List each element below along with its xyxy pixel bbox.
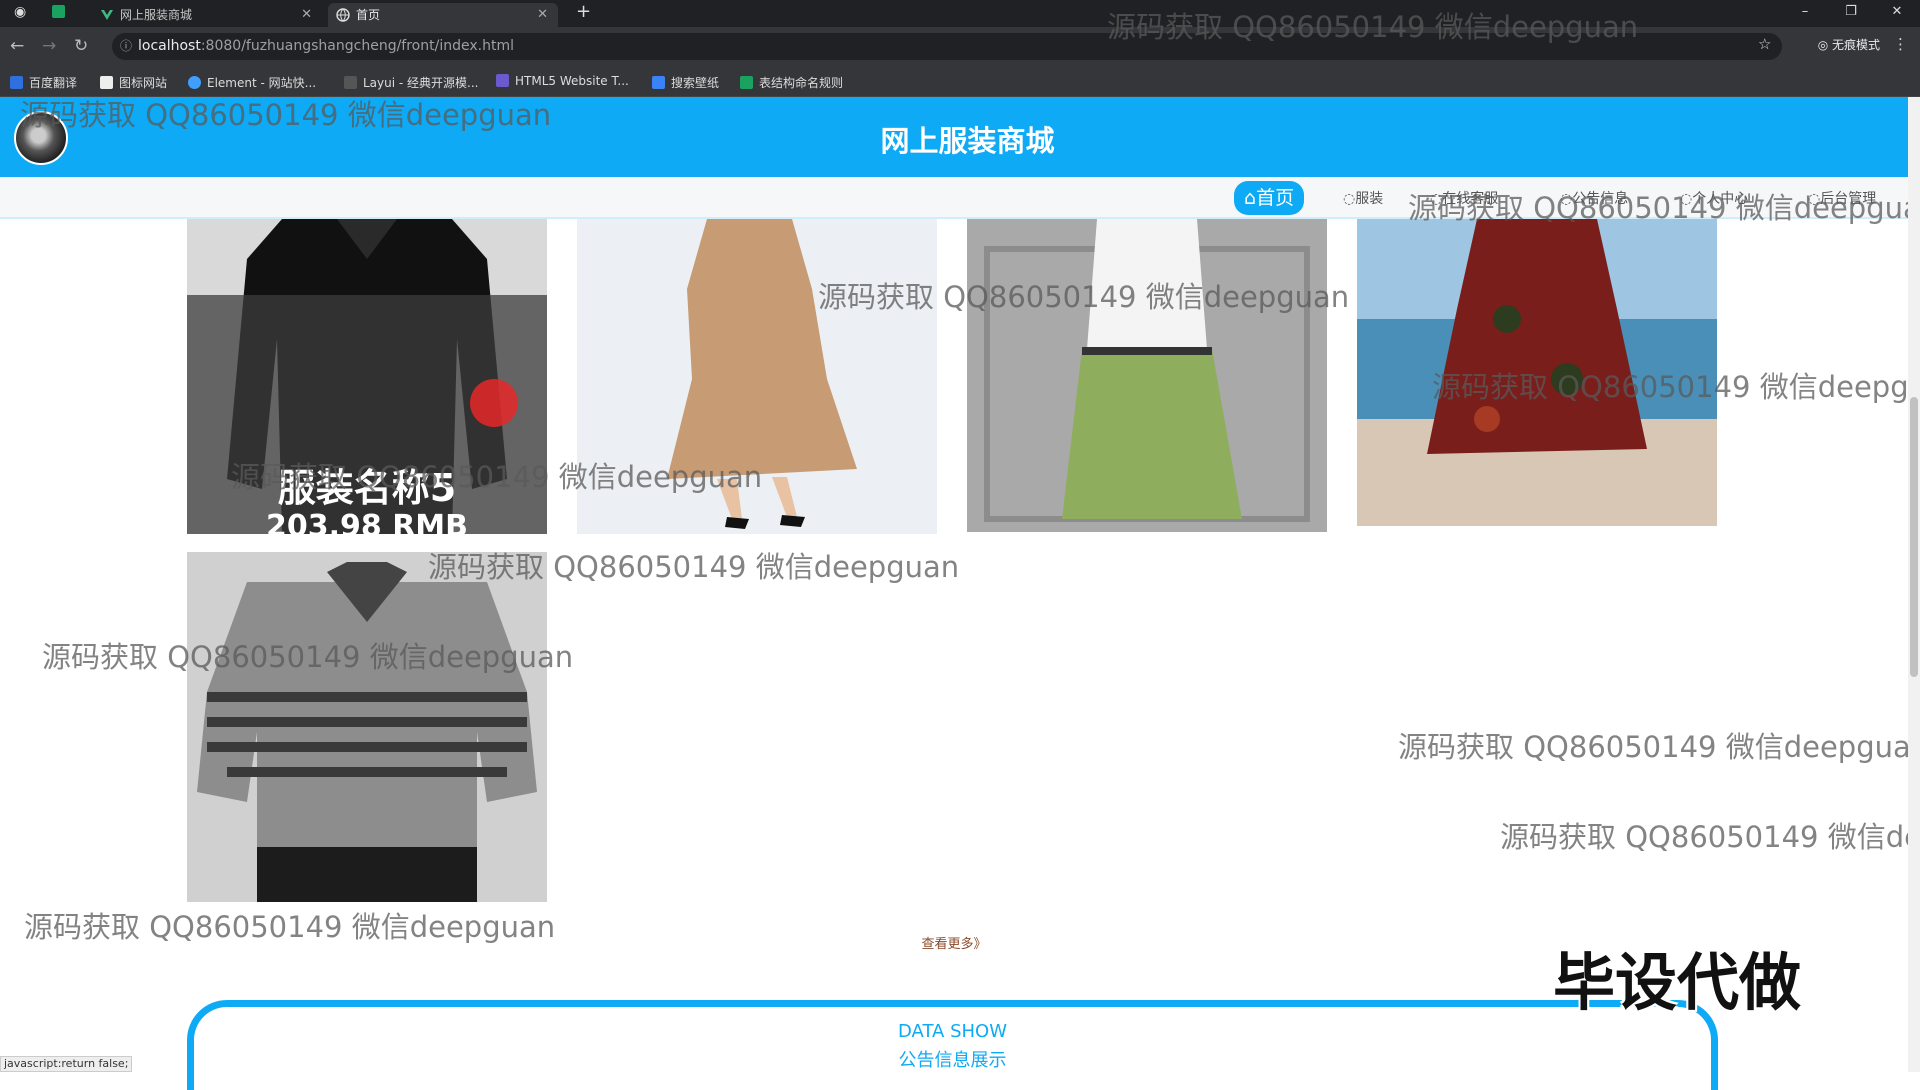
product-price: 203.98 RMB <box>265 509 469 534</box>
bookmark-item[interactable]: HTML5 Website T... <box>496 74 629 88</box>
product-card[interactable] <box>187 552 547 902</box>
watermark-text: 源码获取 QQ86050149 微信deepguan <box>1432 370 1920 404</box>
sheet-icon <box>52 5 65 18</box>
bookmark-label: 搜索壁纸 <box>671 76 720 90</box>
product-image <box>187 552 547 902</box>
flag-icon <box>100 76 113 89</box>
incognito-icon: ◎ <box>1817 38 1832 52</box>
bookmark-item[interactable]: 图标网站 <box>100 74 167 91</box>
scrollbar-thumb[interactable] <box>1910 397 1918 677</box>
restore-icon[interactable]: ❐ <box>1828 0 1874 27</box>
wallpaper-icon <box>652 76 665 89</box>
close-icon[interactable]: ✕ <box>301 3 312 27</box>
forward-icon[interactable]: → <box>42 36 56 56</box>
bookmark-label: 表结构命名规则 <box>759 76 844 90</box>
nav-label: 服装 <box>1355 191 1384 207</box>
translate-icon <box>10 76 23 89</box>
nav-label: 首页 <box>1256 187 1295 209</box>
scrollbar[interactable] <box>1908 97 1920 1072</box>
tab-label: 首页 <box>356 8 381 22</box>
watermark-text: 源码获取 QQ86050149 微信deepguan <box>42 640 574 674</box>
vue-icon <box>101 10 113 20</box>
watermark-text: 源码获取 QQ86050149 微信deepguan <box>1107 10 1639 44</box>
minimize-icon[interactable]: – <box>1782 0 1828 27</box>
clothing-icon: ◌ <box>1343 191 1356 207</box>
nav-home[interactable]: ⌂首页 <box>1234 181 1305 215</box>
bookmark-item[interactable]: Layui - 经典开源模... <box>344 74 478 91</box>
layui-icon <box>344 76 357 89</box>
back-icon[interactable]: ← <box>10 36 24 56</box>
watermark-text: 源码获取 QQ86050149 微信deepguan <box>818 280 1350 314</box>
url-path: :8080/fuzhuangshangcheng/front/index.htm… <box>200 38 514 54</box>
bookmark-label: Element - 网站快... <box>207 76 317 90</box>
tab-mall[interactable]: 网上服装商城 ✕ <box>92 3 322 27</box>
bookmark-item[interactable]: 百度翻译 <box>10 74 77 91</box>
element-icon <box>188 76 201 89</box>
bookmark-label: Layui - 经典开源模... <box>363 76 479 90</box>
window-controls: – ❐ ✕ <box>1782 0 1920 27</box>
bookmark-label: 图标网站 <box>119 76 168 90</box>
bookmark-item[interactable]: 表结构命名规则 <box>740 74 843 91</box>
info-icon: ⓘ <box>120 39 133 53</box>
globe-icon: ◉ <box>14 4 27 20</box>
data-show-section: DATA SHOW 公告信息展示 <box>187 1000 1718 1090</box>
globe-icon <box>336 8 350 22</box>
star-icon[interactable]: ☆ <box>1758 35 1771 53</box>
close-icon[interactable]: ✕ <box>537 3 548 27</box>
home-icon: ⌂ <box>1244 187 1257 209</box>
click-cursor-indicator <box>470 379 518 427</box>
tab-home[interactable]: 首页 ✕ <box>328 3 558 27</box>
menu-icon[interactable]: ⋮ <box>1893 35 1908 53</box>
bookmark-item[interactable]: Element - 网站快... <box>188 74 316 91</box>
bookmark-label: HTML5 Website T... <box>515 74 629 88</box>
reload-icon[interactable]: ↻ <box>74 36 88 56</box>
watermark-text: 源码获取 QQ86050149 微信deepguan <box>428 550 960 584</box>
status-bar: javascript:return false; <box>0 1056 133 1072</box>
html5-icon <box>496 74 509 87</box>
new-tab-icon[interactable]: + <box>576 1 591 22</box>
sheet-icon <box>740 76 753 89</box>
product-image <box>967 219 1327 532</box>
nav-clothing[interactable]: ◌服装 <box>1343 185 1383 213</box>
incognito-indicator[interactable]: ◎ 无痕模式 <box>1818 36 1880 53</box>
product-card[interactable] <box>967 219 1327 532</box>
section-title: 公告信息展示 <box>898 1050 1007 1071</box>
section-subtitle-en: DATA SHOW <box>897 1021 1008 1042</box>
watermark-text: 源码获取 QQ86050149 微信deepguan <box>20 98 552 132</box>
close-window-icon[interactable]: ✕ <box>1874 0 1920 27</box>
watermark-text: 源码获取 QQ86050149 微信deepguan <box>231 460 763 494</box>
tab-label: 网上服装商城 <box>120 8 193 22</box>
bookmark-label: 百度翻译 <box>29 76 78 90</box>
watermark-text: 源码获取 QQ86050149 微信deepguan <box>1408 191 1920 225</box>
incognito-label: 无痕模式 <box>1831 38 1880 52</box>
promo-overlay-text: 毕设代做 <box>1553 946 1802 1019</box>
bookmark-item[interactable]: 搜索壁纸 <box>652 74 719 91</box>
watermark-text: 源码获取 QQ86050149 微信deepguan <box>24 910 556 944</box>
watermark-text: 源码获取 QQ86050149 微信deepguan <box>1500 820 1920 854</box>
watermark-text: 源码获取 QQ86050149 微信deepguan <box>1398 730 1920 764</box>
url-host: localhost <box>138 38 201 54</box>
